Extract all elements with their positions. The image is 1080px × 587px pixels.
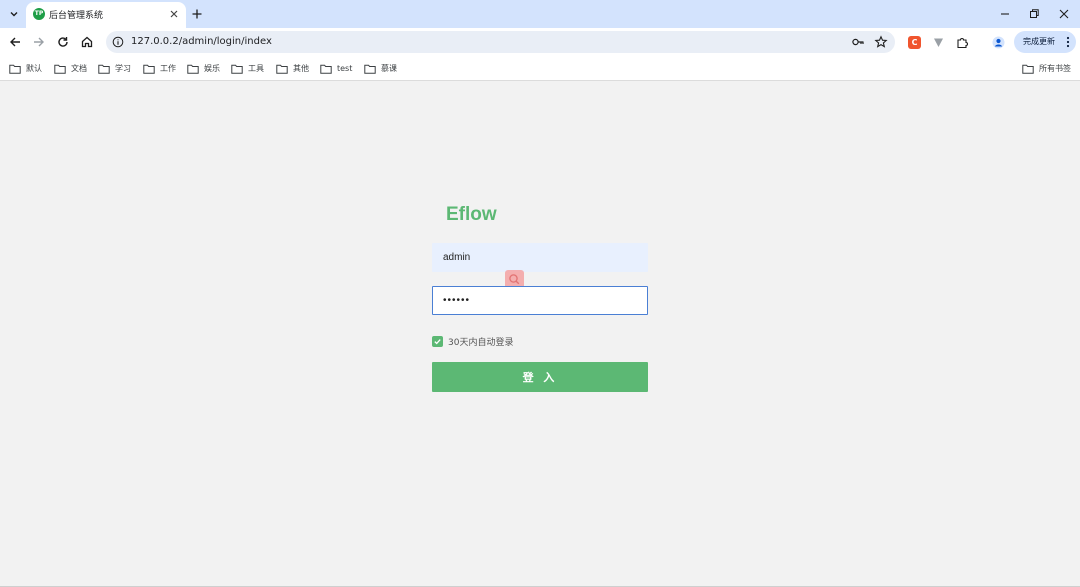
puzzle-icon[interactable] — [956, 36, 969, 49]
info-icon[interactable] — [112, 36, 124, 48]
password-input[interactable] — [432, 286, 648, 315]
plus-icon[interactable] — [190, 7, 204, 21]
remember-me[interactable]: 30天内自动登录 — [432, 335, 514, 348]
star-icon[interactable] — [874, 35, 888, 49]
check-icon — [434, 338, 441, 344]
login-page: Eflow 30天内自动登录 登 入 — [0, 81, 1080, 587]
bookmark-folder-docs[interactable]: 文档 — [54, 62, 87, 75]
more-vert-icon — [1066, 36, 1070, 48]
bookmarks-bar: 默认 文档 学习 工作 娱乐 工具 其他 test 慕课 所有书签 — [0, 57, 1080, 81]
bookmark-label: 文档 — [71, 64, 87, 73]
remember-checkbox[interactable] — [432, 335, 443, 347]
browser-tab[interactable]: TP 后台管理系统 — [26, 2, 186, 28]
bookmark-folder-entertainment[interactable]: 娱乐 — [187, 62, 220, 75]
bookmark-folder-tools[interactable]: 工具 — [231, 62, 264, 75]
reload-icon[interactable] — [56, 35, 70, 49]
bookmark-label: 学习 — [115, 64, 131, 73]
folder-icon — [276, 64, 288, 74]
bookmark-folder-work[interactable]: 工作 — [143, 62, 176, 75]
bookmark-label: 其他 — [293, 64, 309, 73]
tab-strip: TP 后台管理系统 — [0, 0, 1080, 28]
tab-favicon-icon: TP — [33, 8, 45, 20]
bookmark-label: 工作 — [160, 64, 176, 73]
login-title: Eflow — [446, 204, 497, 225]
browser-toolbar: 127.0.0.2/admin/login/index C 完成更新 — [0, 28, 1080, 57]
bookmark-label: 默认 — [26, 64, 42, 73]
arrow-right-icon[interactable] — [32, 35, 46, 49]
tab-title: 后台管理系统 — [49, 11, 104, 21]
bookmark-label: test — [337, 64, 353, 73]
update-button[interactable]: 完成更新 — [1014, 31, 1076, 53]
login-button[interactable]: 登 入 — [432, 362, 648, 392]
bookmark-folder-study[interactable]: 学习 — [98, 62, 131, 75]
restore-icon[interactable] — [1027, 7, 1041, 21]
bookmark-folder-mooc[interactable]: 慕课 — [364, 62, 397, 75]
folder-icon — [54, 64, 66, 74]
bookmark-folder-test[interactable]: test — [320, 62, 352, 75]
key-icon[interactable] — [851, 35, 865, 49]
update-button-label: 完成更新 — [1023, 37, 1055, 46]
v-extension-icon[interactable] — [932, 36, 945, 49]
arrow-left-icon[interactable] — [8, 35, 22, 49]
folder-icon — [320, 64, 332, 74]
remember-label: 30天内自动登录 — [448, 337, 514, 348]
address-bar[interactable]: 127.0.0.2/admin/login/index — [106, 31, 895, 53]
close-icon[interactable] — [168, 8, 180, 20]
bookmark-label: 慕课 — [381, 64, 397, 73]
bookmark-label: 工具 — [248, 64, 264, 73]
folder-icon — [364, 64, 376, 74]
folder-icon — [98, 64, 110, 74]
bookmark-label: 娱乐 — [204, 64, 220, 73]
folder-icon — [9, 64, 21, 74]
window-close-icon[interactable] — [1057, 7, 1071, 21]
home-icon[interactable] — [80, 35, 94, 49]
bookmark-folder-other[interactable]: 其他 — [276, 62, 309, 75]
bookmark-label: 所有书签 — [1039, 64, 1071, 73]
bookmark-folder-default[interactable]: 默认 — [9, 62, 42, 75]
all-bookmarks-folder[interactable]: 所有书签 — [1022, 62, 1071, 75]
url-text: 127.0.0.2/admin/login/index — [131, 36, 272, 47]
folder-icon — [143, 64, 155, 74]
chevron-down-icon — [10, 12, 18, 17]
folder-icon — [231, 64, 243, 74]
folder-icon — [1022, 64, 1034, 74]
tab-search-button[interactable] — [5, 5, 23, 23]
c-extension-icon[interactable]: C — [908, 36, 921, 49]
person-icon[interactable] — [992, 36, 1005, 49]
folder-icon — [187, 64, 199, 74]
minimize-icon[interactable] — [998, 7, 1012, 21]
username-input[interactable] — [432, 243, 648, 272]
